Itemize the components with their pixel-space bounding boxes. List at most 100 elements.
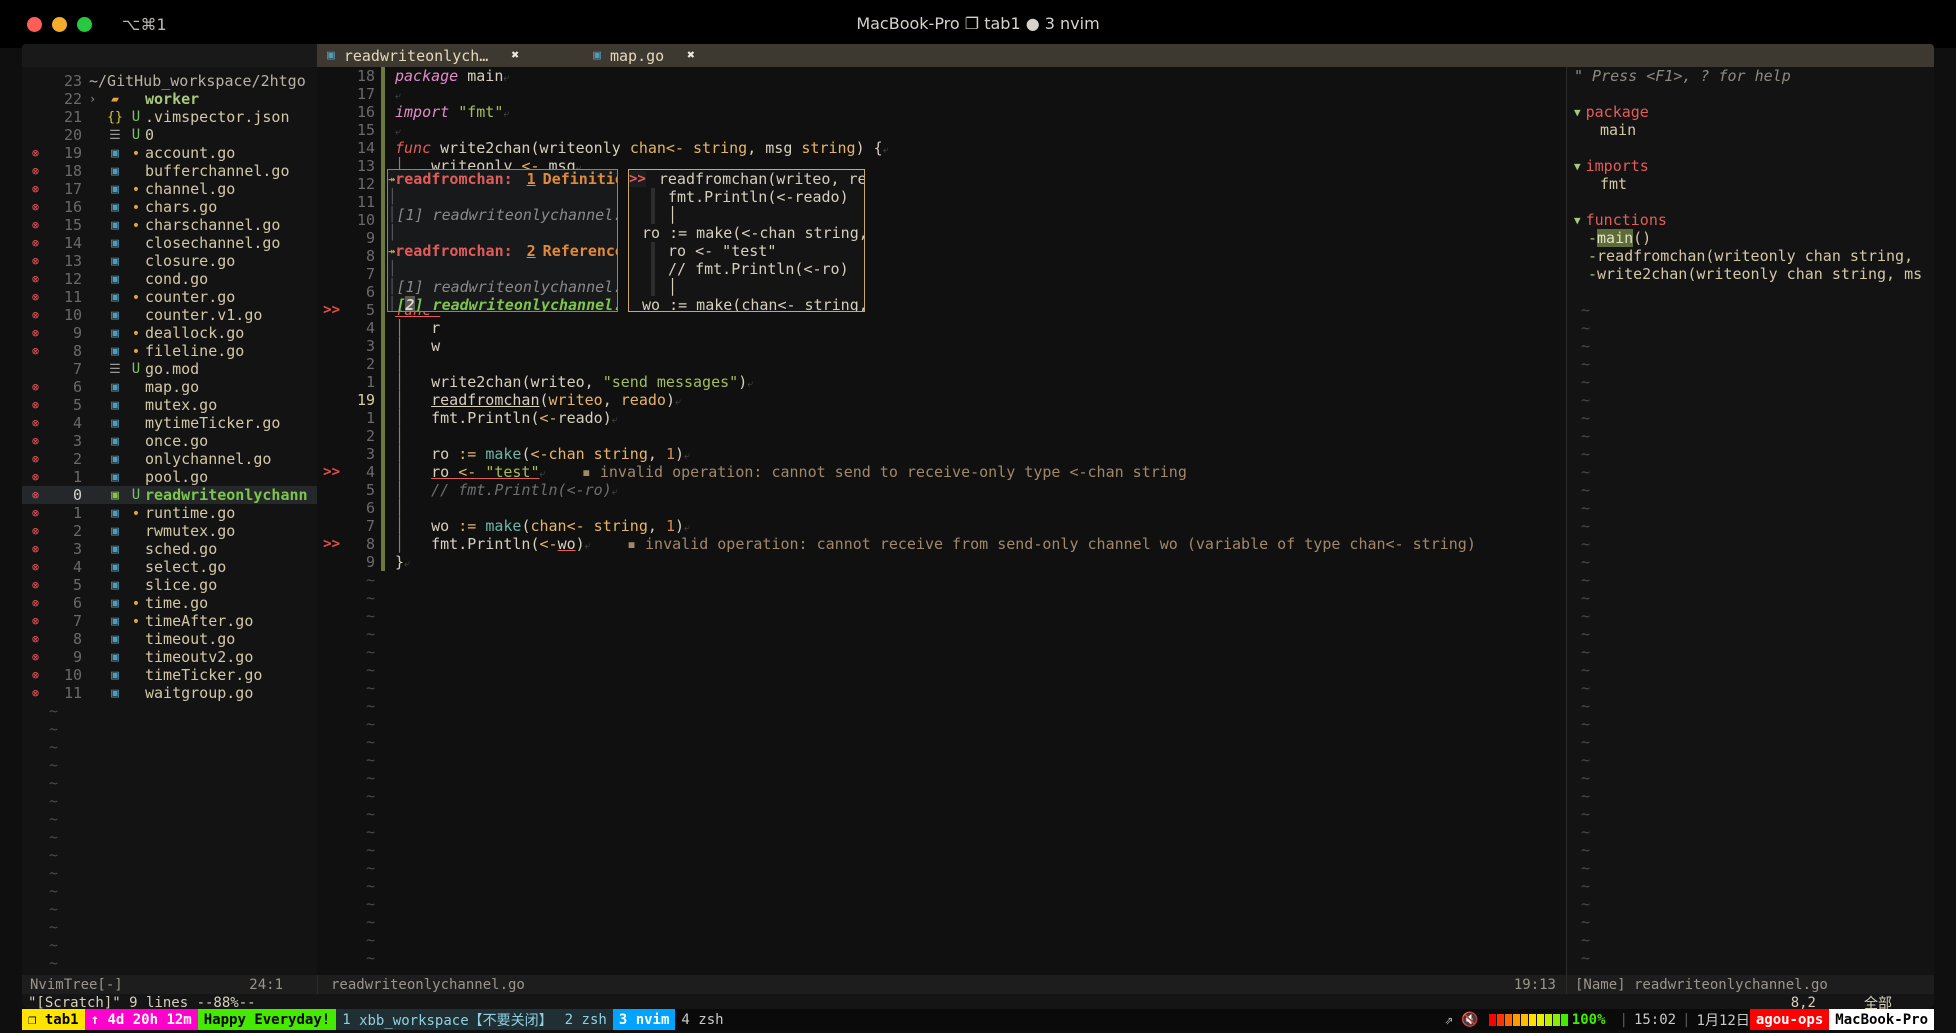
tree-file-row[interactable]: ⊗ 14 ▣ closechannel.go xyxy=(22,234,317,252)
tree-file-row[interactable]: ⊗ 4 ▣ mytimeTicker.go xyxy=(22,414,317,432)
tree-file-row[interactable]: ⊗ 3 ▣ sched.go xyxy=(22,540,317,558)
code-line[interactable]: 2 │ xyxy=(317,355,1566,373)
popup-section-header[interactable]: ↠readfromchan: 2 References xyxy=(388,242,617,260)
tree-file-row[interactable]: ⊗ 5 ▣ mutex.go xyxy=(22,396,317,414)
outline-item[interactable]: -write2chan(writeonly chan string, ms xyxy=(1567,265,1934,283)
code-line[interactable]: >> 8 │ fmt.Println(<-wo)⤶ ▪ invalid operat… xyxy=(317,535,1566,553)
code-line[interactable]: 19 │ readfromchan(writeo, reado)⤶ xyxy=(317,391,1566,409)
code-line-number: 4 xyxy=(365,319,375,337)
code-line[interactable]: 3 │ w xyxy=(317,337,1566,355)
code-line[interactable]: 9}⤶ xyxy=(317,553,1566,571)
code-line-number: 5 xyxy=(365,481,375,499)
code-line[interactable]: 17 ⤶ xyxy=(317,85,1566,103)
popup-result-item[interactable]: │ [1] readwriteonlychannel.go xyxy=(388,206,617,224)
chevron-down-icon[interactable]: ▼ xyxy=(1574,106,1581,119)
code-line[interactable]: >> 4 │ ro <- "test"⤶ ▪ invalid operation: … xyxy=(317,463,1566,481)
tree-file-row[interactable]: ⊗ 3 ▣ once.go xyxy=(22,432,317,450)
code-line[interactable]: 1 │ fmt.Println(<-reado)⤶ xyxy=(317,409,1566,427)
tree-file-row[interactable]: ⊗ 6 ▣ • time.go xyxy=(22,594,317,612)
tree-file-row[interactable]: ⊗ 4 ▣ select.go xyxy=(22,558,317,576)
tree-file-row[interactable]: ⊗ 6 ▣ map.go xyxy=(22,378,317,396)
tree-file-row[interactable]: 20 ☰ U 0 xyxy=(22,126,317,144)
outline-group-functions[interactable]: ▼ functions xyxy=(1567,211,1934,229)
tmux-session-name: tab1 xyxy=(44,1011,79,1028)
tree-folder-row[interactable]: 22 › ▰ worker xyxy=(22,90,317,108)
tree-file-row[interactable]: ⊗ 17 ▣ • channel.go xyxy=(22,180,317,198)
window-controls[interactable] xyxy=(27,16,92,32)
tree-file-row[interactable]: ⊗ 18 ▣ bufferchannel.go xyxy=(22,162,317,180)
outline-item[interactable]: -readfromchan(writeonly chan string, xyxy=(1567,247,1934,265)
editor-tab[interactable]: ▣ readwriteonlych… ✖ xyxy=(317,44,534,67)
go-file-icon: ▣ xyxy=(111,541,119,557)
chevron-right-icon[interactable]: › xyxy=(89,92,103,106)
tree-file-row[interactable]: ⊗ 2 ▣ onlychannel.go xyxy=(22,450,317,468)
outline-empty-line: ~ xyxy=(1581,895,1591,913)
code-line[interactable]: 4 │ r xyxy=(317,319,1566,337)
preview-popup[interactable]: >> readfromchan(writeo, reado)fmt.Println… xyxy=(628,169,865,312)
tree-file-row[interactable]: ⊗ 10 ▣ counter.v1.go xyxy=(22,306,317,324)
code-line[interactable]: 18 package main⤶ xyxy=(317,67,1566,85)
tagbar-outline-panel[interactable]: " Press <F1>, ? for help ▼ package main ▼ i… xyxy=(1566,67,1934,1009)
chevron-down-icon[interactable]: ▼ xyxy=(1574,214,1581,227)
tmux-window-2[interactable]: 2 zsh xyxy=(558,1009,613,1030)
tree-file-row[interactable]: ⊗ 11 ▣ • counter.go xyxy=(22,288,317,306)
tmux-windows-host: 1 xbb_workspace【不要关闭】 2 zsh 3 nvim 4 zsh xyxy=(336,1009,730,1030)
editor-pane[interactable]: 18 package main⤶ 17 ⤶ 16 import "fmt"⤶ 15 ⤶ 14 fu… xyxy=(317,67,1566,975)
code-line[interactable]: 3 │ ro := make(<-chan string, 1)⤶ xyxy=(317,445,1566,463)
tmux-window-4[interactable]: 4 zsh xyxy=(675,1009,730,1030)
close-tab-icon[interactable]: ✖ xyxy=(687,48,695,63)
tmux-window-1[interactable]: 1 xbb_workspace【不要关闭】 xyxy=(336,1009,559,1030)
tree-file-row[interactable]: ⊗ 7 ▣ • timeAfter.go xyxy=(22,612,317,630)
outline-group-package[interactable]: ▼ package xyxy=(1567,103,1934,121)
tree-file-row[interactable]: ⊗ 19 ▣ • account.go xyxy=(22,144,317,162)
code-line[interactable]: 14 func write2chan(writeonly chan<- strin… xyxy=(317,139,1566,157)
preview-sign: >> xyxy=(629,171,646,187)
tree-file-row[interactable]: 7 ☰ Ugo.mod xyxy=(22,360,317,378)
tree-file-row[interactable]: ⊗ 11 ▣ waitgroup.go xyxy=(22,684,317,702)
git-status-marker: • xyxy=(131,343,141,360)
maximize-window-button[interactable] xyxy=(77,16,92,32)
tree-file-row[interactable]: ⊗ 5 ▣ slice.go xyxy=(22,576,317,594)
statusline-file-name: readwriteonlychannel.go xyxy=(331,976,525,993)
popup-section-header[interactable]: ↠readfromchan: 1 Definitions xyxy=(388,170,617,188)
tree-file-row[interactable]: ⊗ 2 ▣ rwmutex.go xyxy=(22,522,317,540)
editor-tab[interactable]: ▣ map.go ✖ xyxy=(533,44,709,67)
close-window-button[interactable] xyxy=(27,16,42,32)
code-line[interactable]: 1 │ write2chan(writeo, "send messages")⤶ xyxy=(317,373,1566,391)
tree-file-row[interactable]: ⊗ 12 ▣ cond.go xyxy=(22,270,317,288)
tree-file-row[interactable]: ⊗ 15 ▣ • charschannel.go xyxy=(22,216,317,234)
nvimtree-panel[interactable]: 23 ~/GitHub_workspace/2htgo 22 › ▰ worker 21… xyxy=(22,67,317,1009)
tree-file-row[interactable]: ⊗ 1 ▣ pool.go xyxy=(22,468,317,486)
code-line[interactable]: 5 │ // fmt.Println(<-ro)⤶ xyxy=(317,481,1566,499)
tree-file-row[interactable]: 21 {} U .vimspector.json xyxy=(22,108,317,126)
tree-file-row[interactable]: ⊗ 10 ▣ timeTicker.go xyxy=(22,666,317,684)
code-line[interactable]: 6 │ xyxy=(317,499,1566,517)
tree-file-row[interactable]: ⊗ 8 ▣ timeout.go xyxy=(22,630,317,648)
tree-line-number: 10 xyxy=(63,666,82,684)
tree-file-row[interactable]: ⊗ 9 ▣ timeoutv2.go xyxy=(22,648,317,666)
code-line[interactable]: 15 ⤶ xyxy=(317,121,1566,139)
close-tab-icon[interactable]: ✖ xyxy=(511,48,519,63)
chevron-down-icon[interactable]: ▼ xyxy=(1574,160,1581,173)
code-line[interactable]: 2 │ xyxy=(317,427,1566,445)
popup-result-item[interactable]: │ [1] readwriteonlychannel.go xyxy=(388,278,617,296)
outline-group-imports[interactable]: ▼ imports xyxy=(1567,157,1934,175)
tree-file-row[interactable]: ⊗ 16 ▣ • chars.go xyxy=(22,198,317,216)
code-line[interactable]: 16 import "fmt"⤶ xyxy=(317,103,1566,121)
outline-item[interactable]: main xyxy=(1567,121,1934,139)
tree-file-row[interactable]: ⊗ 13 ▣ closure.go xyxy=(22,252,317,270)
tree-file-row[interactable]: ⊗ 0 ▣ Ureadwriteonlychann xyxy=(22,486,317,504)
minimize-window-button[interactable] xyxy=(52,16,67,32)
tmux-window-3[interactable]: 3 nvim xyxy=(612,1009,676,1030)
tree-line-number: 5 xyxy=(72,576,82,594)
definitions-references-popup[interactable]: ↠readfromchan:1Definitions││[1] readwrit… xyxy=(387,169,618,312)
tmux-session-badge[interactable]: ❐ tab1 xyxy=(22,1009,85,1030)
tree-root-row[interactable]: 23 ~/GitHub_workspace/2htgo xyxy=(22,72,317,90)
tree-file-row[interactable]: ⊗ 1 ▣ • runtime.go xyxy=(22,504,317,522)
tree-file-row[interactable]: ⊗ 8 ▣ • fileline.go xyxy=(22,342,317,360)
tree-file-row[interactable]: ⊗ 9 ▣ • deallock.go xyxy=(22,324,317,342)
popup-result-item-selected[interactable]: │ [2] readwriteonlychannel.go xyxy=(388,296,617,311)
outline-item[interactable]: -main() xyxy=(1567,229,1934,247)
code-line[interactable]: 7 │ wo := make(chan<- string, 1)⤶ xyxy=(317,517,1566,535)
outline-item[interactable]: fmt xyxy=(1567,175,1934,193)
